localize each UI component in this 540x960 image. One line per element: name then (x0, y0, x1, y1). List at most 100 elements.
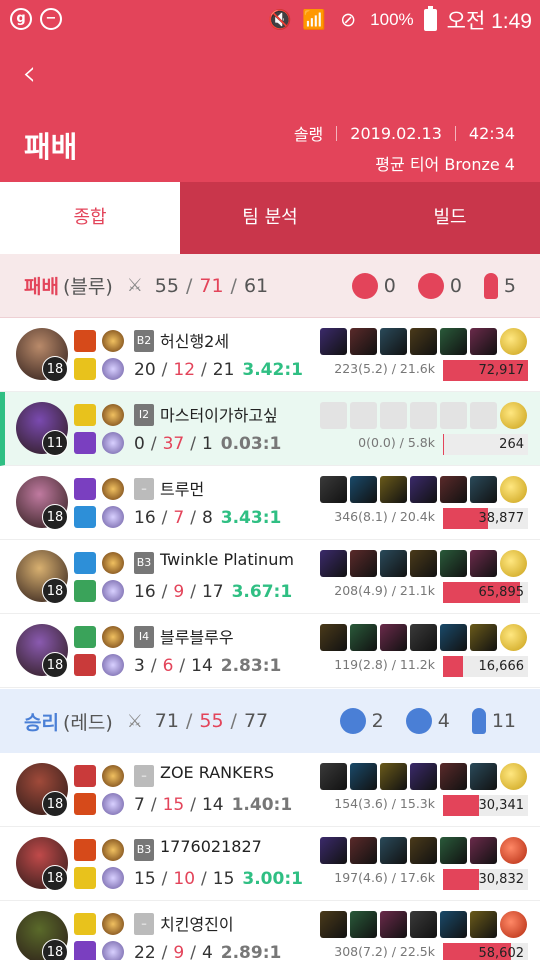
deaths: 9 (173, 943, 185, 960)
team-dragons: 4 (437, 710, 450, 732)
summoner-name[interactable]: 블루블루우 (160, 624, 234, 648)
player-row[interactable]: 18 – 치킨영진이 22/9/4 2.89:1 308(7.2) / 22.5k… (0, 901, 540, 960)
tier-badge: B2 (134, 330, 154, 352)
summoner-spell-icon (74, 654, 96, 676)
team-towers: 2 (371, 710, 384, 732)
match-duration: 42:34 (468, 123, 515, 143)
cs-gold: 308(7.2) / 22.5k (334, 944, 435, 959)
tier-badge: – (134, 913, 154, 935)
damage-bar: 58,602 (443, 943, 528, 960)
item-slot-icon (410, 402, 437, 429)
damage-bar-fill (443, 656, 463, 677)
item-slot-icon (440, 624, 467, 651)
item-slot-icon (350, 328, 377, 355)
tab-build[interactable]: 빌드 (360, 182, 540, 254)
damage-bar: 30,832 (443, 869, 528, 890)
team-kills: 71 (154, 710, 179, 732)
player-row[interactable]: 18 B3 1776021827 15/10/15 3.00:1 197(4.6)… (0, 827, 540, 901)
page-title: 패배 (24, 130, 78, 164)
secondary-rune-icon (102, 580, 124, 602)
baron-icon (483, 273, 498, 299)
summoner-name[interactable]: ZOE RANKERS (160, 763, 274, 782)
assists: 15 (212, 869, 235, 889)
item-slot-icon (350, 550, 377, 577)
summoner-spell-icon (74, 913, 96, 935)
item-slot-icon (380, 476, 407, 503)
tab-team-analysis[interactable]: 팀 분석 (180, 182, 360, 254)
player-kda: 3/6/14 2.83:1 (134, 656, 282, 676)
player-row[interactable]: 18 I4 블루블루우 3/6/14 2.83:1 119(2.8) / 11.2… (0, 614, 540, 688)
battery-icon (423, 6, 437, 31)
team-deaths: 55 (199, 710, 224, 732)
damage-bar: 30,341 (443, 795, 528, 816)
tier-badge: I4 (134, 626, 154, 648)
item-slot-icon (380, 550, 407, 577)
tower-icon (351, 273, 378, 299)
deaths: 7 (173, 508, 185, 528)
kda-ratio: 1.40:1 (231, 795, 293, 815)
player-row[interactable]: 18 – 트루먼 16/7/8 3.43:1 346(8.1) / 20.4k 3… (0, 466, 540, 540)
kills: 16 (134, 508, 156, 528)
summoner-name[interactable]: 마스터이가하고싶 (160, 402, 278, 426)
item-slot-icon (320, 328, 347, 355)
player-row[interactable]: 11 I2 마스터이가하고싶 0/37/1 0.03:1 0(0.0) / 5.8… (0, 392, 540, 466)
champion-level: 18 (42, 791, 68, 817)
assists: 1 (201, 434, 213, 454)
summoner-spell-icon (74, 330, 96, 352)
item-slot-icon (410, 837, 437, 864)
summoner-name[interactable]: 허신행2세 (160, 328, 229, 352)
champion-level: 18 (42, 939, 68, 960)
assists: 14 (191, 656, 213, 676)
tier-badge: – (134, 478, 154, 500)
average-tier: 평균 티어 Bronze 4 (375, 155, 515, 174)
primary-rune-icon (102, 626, 124, 648)
tab-summary[interactable]: 종합 (0, 182, 180, 254)
tier-badge: – (134, 765, 154, 787)
secondary-rune-icon (102, 432, 124, 454)
team-barons: 5 (503, 275, 516, 297)
damage-value: 58,602 (478, 946, 525, 960)
assists: 4 (201, 943, 213, 960)
kda-ratio: 2.83:1 (220, 656, 282, 676)
damage-value: 16,666 (478, 659, 525, 674)
player-row[interactable]: 18 B2 허신행2세 20/12/21 3.42:1 223(5.2) / 21… (0, 318, 540, 392)
deaths: 12 (173, 360, 196, 380)
item-slot-icon (440, 328, 467, 355)
item-slot-icon (470, 476, 497, 503)
player-kda: 16/7/8 3.43:1 (134, 508, 282, 528)
match-date: 2019.02.13 (350, 123, 442, 143)
cs-gold: 223(5.2) / 21.6k (334, 361, 435, 376)
item-slot-icon (350, 402, 377, 429)
item-slot-icon (380, 402, 407, 429)
player-kda: 20/12/21 3.42:1 (134, 360, 303, 380)
secondary-rune-icon (102, 867, 124, 889)
item-slot-icon (470, 402, 497, 429)
cs-gold: 0(0.0) / 5.8k (358, 435, 435, 450)
summoner-name[interactable]: 1776021827 (160, 837, 262, 856)
item-slot-icon (320, 763, 347, 790)
player-row[interactable]: 18 B3 Twinkle Platinum 16/9/17 3.67:1 208… (0, 540, 540, 614)
team-kills: 55 (154, 274, 179, 297)
cs-gold: 197(4.6) / 17.6k (334, 870, 435, 885)
secondary-rune-icon (102, 654, 124, 676)
item-slot-icon (410, 763, 437, 790)
item-slot-icon (380, 763, 407, 790)
summoner-name[interactable]: Twinkle Platinum (160, 550, 294, 569)
item-slot-icon (320, 476, 347, 503)
summoner-spell-icon (74, 506, 96, 528)
back-arrow-icon[interactable]: ‹ (22, 54, 58, 94)
trinket-icon (500, 476, 527, 503)
secondary-rune-icon (102, 793, 124, 815)
primary-rune-icon (102, 913, 124, 935)
player-row[interactable]: 18 – ZOE RANKERS 7/15/14 1.40:1 154(3.6) … (0, 753, 540, 827)
champion-level: 18 (42, 652, 68, 678)
team-barons: 11 (491, 710, 516, 732)
queue-type: 솔랭 (293, 125, 324, 144)
secondary-rune-icon (102, 941, 124, 960)
crossed-swords-icon: ⚔ (126, 710, 143, 732)
item-slot-icon (410, 328, 437, 355)
champion-level: 18 (42, 578, 68, 604)
summoner-name[interactable]: 치킨영진이 (160, 911, 234, 935)
summoner-name[interactable]: 트루먼 (160, 476, 204, 500)
trinket-icon (500, 550, 527, 577)
